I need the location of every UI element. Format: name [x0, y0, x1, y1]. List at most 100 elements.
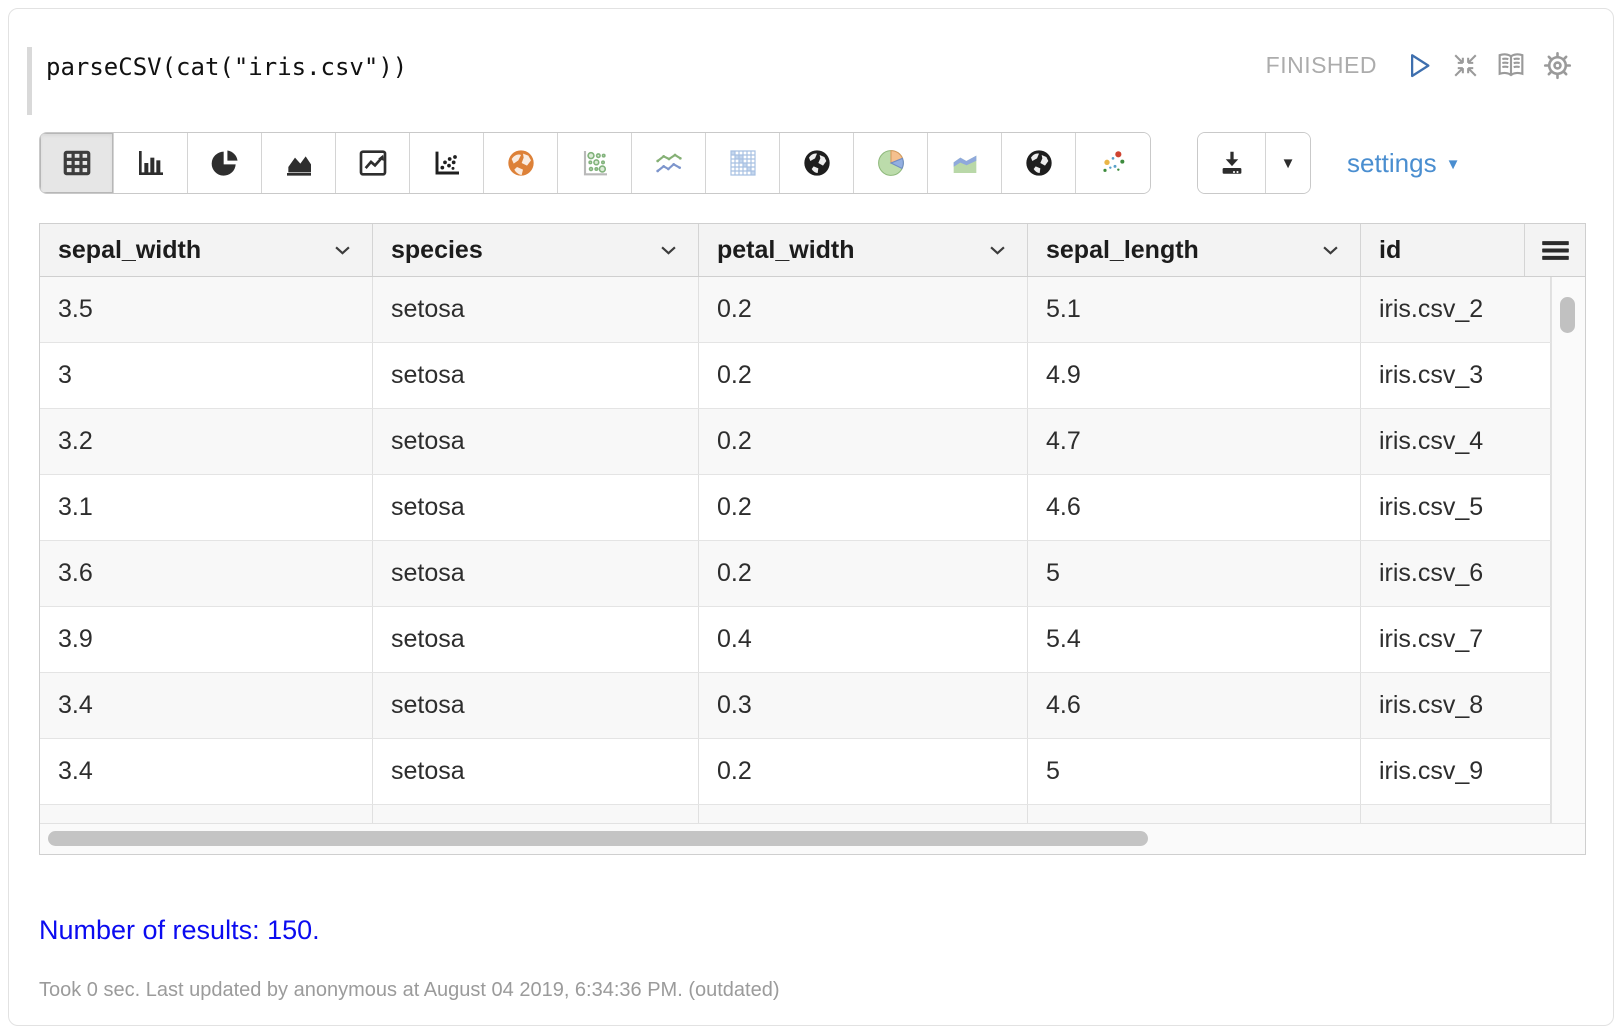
chevron-down-icon: [661, 246, 676, 255]
result-toolbar: ▼ settings ▼: [39, 132, 1583, 194]
cell-sepal_length: 5: [1028, 739, 1361, 804]
cell-sepal_width: 3.5: [40, 277, 373, 342]
globe-dark-icon: [801, 147, 833, 179]
column-header-sepal_width[interactable]: sepal_width: [40, 224, 373, 276]
status-label: FINISHED: [1266, 52, 1377, 79]
area-chart-icon: [283, 147, 315, 179]
viz-globe-orange-button[interactable]: [484, 133, 558, 193]
viz-heatmap-grid-button[interactable]: [706, 133, 780, 193]
viz-bar-chart-button[interactable]: [114, 133, 188, 193]
paragraph-card: parseCSV(cat("iris.csv")) FINISHED: [8, 8, 1614, 1026]
paragraph-settings-button[interactable]: [1541, 49, 1573, 81]
cell-sepal_length: 4.9: [1028, 343, 1361, 408]
cell-sepal_length: 4.6: [1028, 673, 1361, 738]
viz-bubble-matrix-button[interactable]: [558, 133, 632, 193]
cell-sepal_width: 3: [40, 343, 373, 408]
table-header-row: sepal_width species petal_width sepal_lengt…: [40, 224, 1585, 277]
caret-down-icon: ▼: [1446, 153, 1461, 173]
show-editor-button[interactable]: [1495, 49, 1527, 81]
hamburger-menu-icon: [1541, 236, 1570, 265]
viz-stacked-area-color-button[interactable]: [928, 133, 1002, 193]
table-row: 3.4setosa0.25iris.csv_9: [40, 739, 1551, 805]
book-icon: [1495, 49, 1527, 81]
table-icon: [61, 147, 93, 179]
cell-petal_width: 0.2: [699, 541, 1028, 606]
chevron-down-icon: [335, 246, 350, 255]
code-text[interactable]: parseCSV(cat("iris.csv")): [46, 53, 407, 81]
run-button[interactable]: [1403, 49, 1435, 81]
vertical-scrollbar[interactable]: [1551, 277, 1585, 823]
column-label: petal_width: [717, 236, 855, 265]
pie-chart-icon: [209, 147, 241, 179]
heatmap-grid-icon: [727, 147, 759, 179]
cell-sepal_width: 3.6: [40, 541, 373, 606]
globe-dark-2-icon: [1023, 147, 1055, 179]
cell-petal_width: 0.2: [699, 409, 1028, 474]
download-icon: [1217, 148, 1247, 178]
viz-multi-line-button[interactable]: [632, 133, 706, 193]
viz-area-chart-button[interactable]: [262, 133, 336, 193]
table-row-clipped: [40, 805, 1551, 823]
collapse-width-button[interactable]: [1449, 49, 1481, 81]
result-count: Number of results: 150.: [39, 915, 320, 946]
column-header-species[interactable]: species: [373, 224, 699, 276]
cell-species: setosa: [373, 673, 699, 738]
cell-sepal_length: 5.4: [1028, 607, 1361, 672]
horizontal-scrollbar[interactable]: [40, 823, 1585, 854]
vertical-scrollbar-thumb[interactable]: [1560, 297, 1575, 333]
cell-species: setosa: [373, 739, 699, 804]
cell-sepal_width: 3.4: [40, 739, 373, 804]
viz-globe-dark-button[interactable]: [780, 133, 854, 193]
cell-species: setosa: [373, 343, 699, 408]
pie-multi-color-icon: [875, 147, 907, 179]
cell-petal_width: 0.2: [699, 475, 1028, 540]
cell-species: setosa: [373, 277, 699, 342]
cell-id: iris.csv_4: [1361, 409, 1551, 474]
bar-chart-icon: [135, 147, 167, 179]
download-dropdown-button[interactable]: ▼: [1266, 133, 1310, 193]
viz-scatter-color-button[interactable]: [1076, 133, 1150, 193]
viz-line-chart-button[interactable]: [336, 133, 410, 193]
column-header-sepal_length[interactable]: sepal_length: [1028, 224, 1361, 276]
table-row: 3.4setosa0.34.6iris.csv_8: [40, 673, 1551, 739]
viz-scatter-chart-button[interactable]: [410, 133, 484, 193]
settings-toggle[interactable]: settings ▼: [1347, 132, 1460, 194]
download-button[interactable]: [1198, 133, 1266, 193]
code-editor[interactable]: parseCSV(cat("iris.csv")) FINISHED: [9, 9, 1613, 124]
cell-id: iris.csv_3: [1361, 343, 1551, 408]
column-label: species: [391, 236, 483, 265]
table-row: 3.6setosa0.25iris.csv_6: [40, 541, 1551, 607]
stacked-area-color-icon: [949, 147, 981, 179]
column-header-petal_width[interactable]: petal_width: [699, 224, 1028, 276]
horizontal-scrollbar-thumb[interactable]: [48, 831, 1148, 846]
column-header-id[interactable]: id: [1361, 224, 1525, 276]
cell-id: iris.csv_2: [1361, 277, 1551, 342]
table-row: 3.2setosa0.24.7iris.csv_4: [40, 409, 1551, 475]
scatter-chart-icon: [431, 147, 463, 179]
cell-petal_width: 0.4: [699, 607, 1028, 672]
viz-globe-dark-2-button[interactable]: [1002, 133, 1076, 193]
viz-pie-multi-color-button[interactable]: [854, 133, 928, 193]
cell-sepal_width: 3.1: [40, 475, 373, 540]
cell-petal_width: 0.2: [699, 343, 1028, 408]
cell-sepal_length: 4.7: [1028, 409, 1361, 474]
cell-species: setosa: [373, 409, 699, 474]
multi-line-icon: [653, 147, 685, 179]
line-chart-icon: [357, 147, 389, 179]
viz-pie-chart-button[interactable]: [188, 133, 262, 193]
cell-sepal_width: 3.4: [40, 673, 373, 738]
cell-sepal_length: 4.6: [1028, 475, 1361, 540]
paragraph-controls: FINISHED: [1266, 49, 1573, 81]
cell-species: setosa: [373, 475, 699, 540]
caret-down-icon: ▼: [1281, 155, 1296, 172]
cell-id: iris.csv_7: [1361, 607, 1551, 672]
table-menu-button[interactable]: [1524, 224, 1585, 276]
editor-gutter: [27, 47, 32, 115]
download-group: ▼: [1197, 132, 1311, 194]
compress-arrows-icon: [1451, 51, 1480, 80]
cell-sepal_length: 5.1: [1028, 277, 1361, 342]
result-table: sepal_width species petal_width sepal_lengt…: [39, 223, 1586, 855]
cell-id: iris.csv_5: [1361, 475, 1551, 540]
cell-petal_width: 0.3: [699, 673, 1028, 738]
viz-table-button[interactable]: [40, 133, 114, 193]
